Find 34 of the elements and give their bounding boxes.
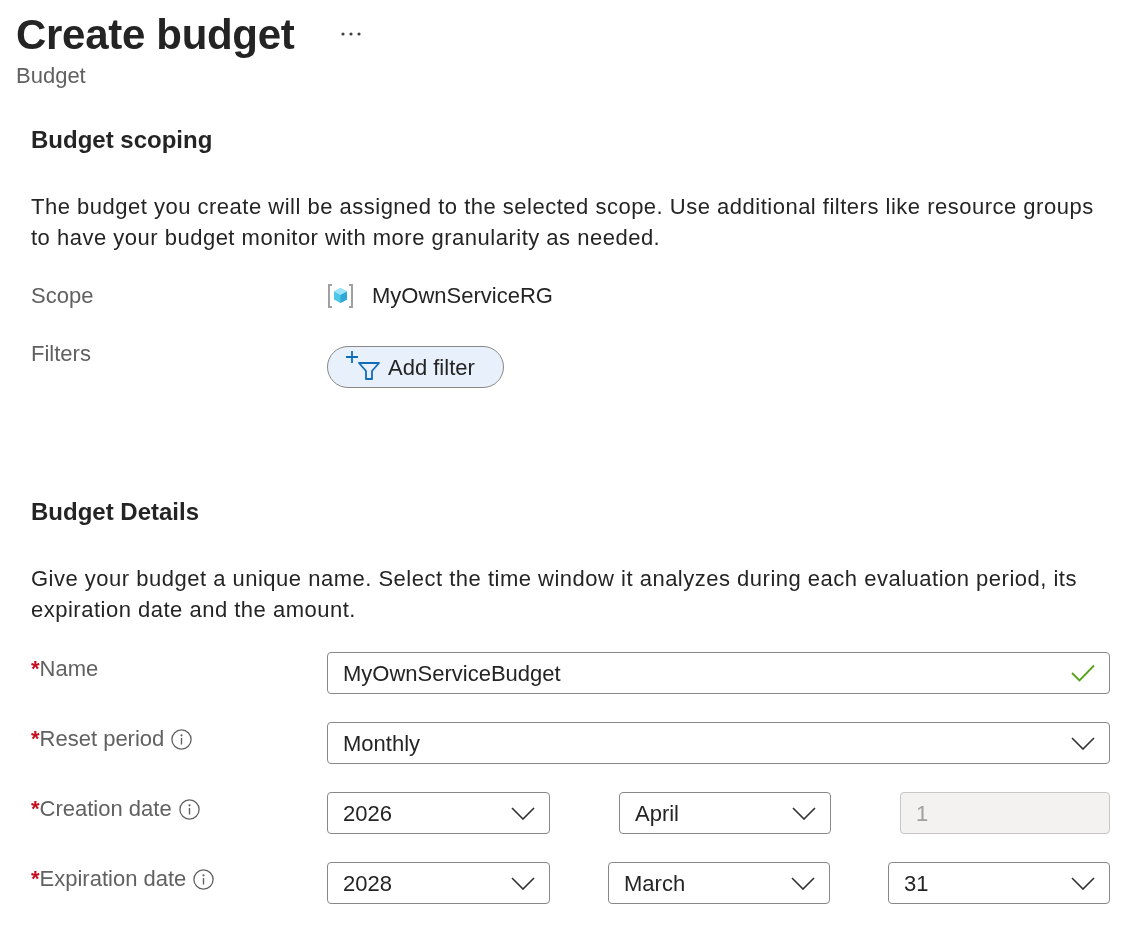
field-label: Filters <box>31 340 91 368</box>
chevron-down-icon <box>791 876 815 890</box>
dropdown-field[interactable]: 31 <box>888 862 1110 904</box>
name-input-field[interactable]: MyOwnServiceBudget <box>327 652 1110 694</box>
chevron-down-icon <box>1071 876 1095 890</box>
field-label: *Name <box>31 655 99 683</box>
section-heading: Budget Details <box>31 498 201 526</box>
chevron-down-icon <box>792 806 816 820</box>
page-title: Create budget <box>16 11 295 59</box>
dropdown-field[interactable]: 2026 <box>327 792 550 834</box>
field-label: Scope <box>31 282 94 310</box>
plus-funnel-icon <box>346 350 380 380</box>
disabled-field: 1 <box>900 792 1110 834</box>
field-label: *Expiration date <box>31 865 187 893</box>
dropdown-field[interactable]: April <box>619 792 831 834</box>
field-label: *Reset period <box>31 725 165 753</box>
cube-in-brackets-icon <box>327 284 354 308</box>
page-subtitle: Budget <box>16 63 86 89</box>
chevron-down-icon <box>1071 736 1095 750</box>
add-filter-button[interactable]: Add filter <box>327 346 504 388</box>
section-heading: Budget scoping <box>31 126 214 154</box>
dropdown-field[interactable]: Monthly <box>327 722 1110 764</box>
more-icon[interactable] <box>340 31 363 37</box>
section-description: The budget you create will be assigned to the selected scope. Use additional filters like resource groups to have your budget monitor with more granularity as needed. <box>31 193 1095 252</box>
info-icon[interactable] <box>178 798 200 820</box>
info-icon[interactable] <box>193 868 215 890</box>
info-icon[interactable] <box>171 728 193 750</box>
field-label: *Creation date <box>31 795 172 823</box>
section-description: Give your budget a unique name. Select the time window it analyzes during each evaluation period, its expiration date and the amount. <box>31 565 1078 624</box>
chevron-down-icon <box>511 876 535 890</box>
dropdown-field[interactable]: March <box>608 862 830 904</box>
dropdown-field[interactable]: 2028 <box>327 862 550 904</box>
chevron-down-icon <box>511 806 535 820</box>
scope-value: MyOwnServiceRG <box>372 282 553 310</box>
